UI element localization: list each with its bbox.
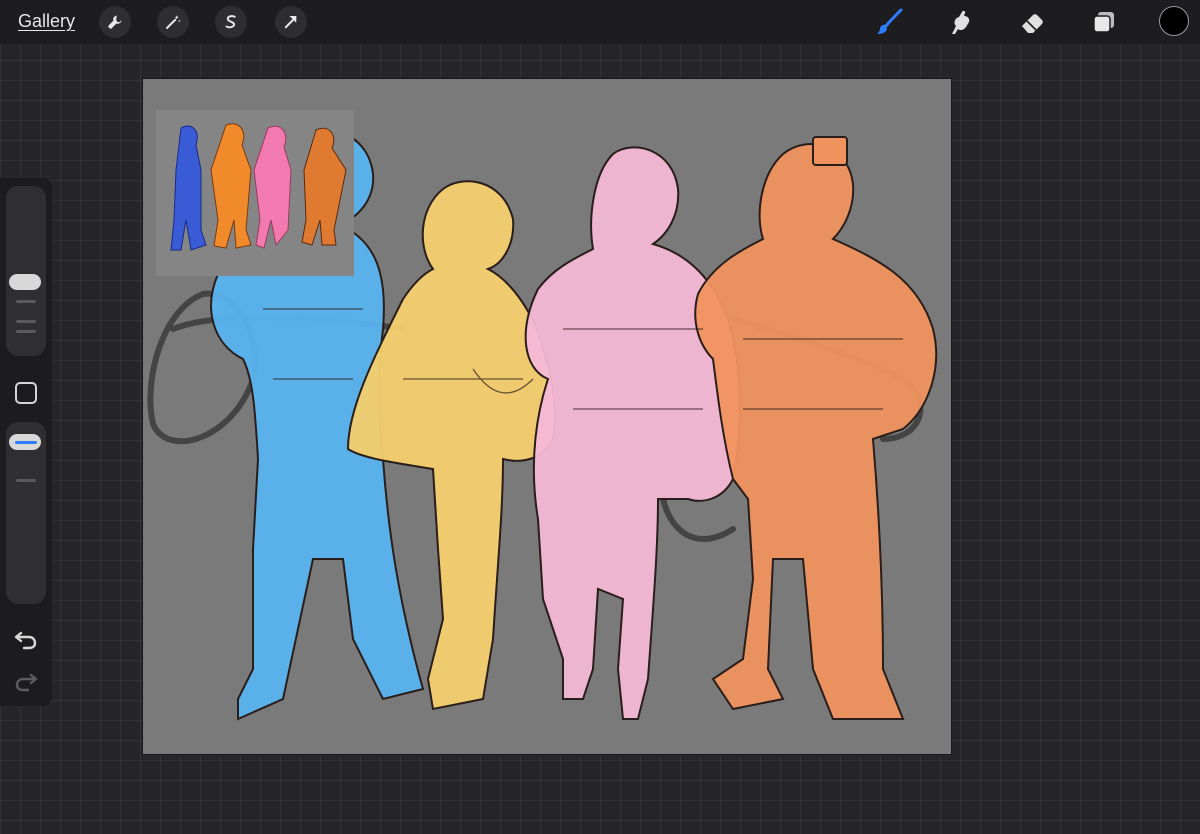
arrow-cursor-icon[interactable] (275, 6, 307, 38)
brush-size-slider[interactable] (6, 186, 46, 356)
layers-icon[interactable] (1088, 6, 1120, 38)
opacity-accent (15, 441, 37, 444)
magic-wand-icon[interactable] (157, 6, 189, 38)
undo-icon[interactable] (13, 626, 39, 652)
reference-image[interactable] (156, 110, 354, 276)
drawing-canvas[interactable] (143, 79, 951, 754)
smudge-finger-icon[interactable] (944, 6, 976, 38)
brush-size-handle[interactable] (9, 274, 41, 290)
top-toolbar: Gallery (0, 0, 1200, 44)
selection-s-icon[interactable] (215, 6, 247, 38)
opacity-slider[interactable] (6, 422, 46, 604)
eraser-icon[interactable] (1016, 6, 1048, 38)
slider-tick (16, 300, 36, 303)
color-picker-button[interactable] (1159, 6, 1189, 36)
modify-square-icon[interactable] (15, 382, 37, 404)
gallery-button[interactable]: Gallery (18, 11, 75, 32)
reference-characters-image (170, 123, 347, 251)
brush-icon[interactable] (873, 6, 905, 38)
slider-tick (16, 330, 36, 333)
slider-tick (16, 320, 36, 323)
wrench-icon[interactable] (99, 6, 131, 38)
slider-tick (16, 479, 36, 482)
redo-icon[interactable] (13, 668, 39, 694)
